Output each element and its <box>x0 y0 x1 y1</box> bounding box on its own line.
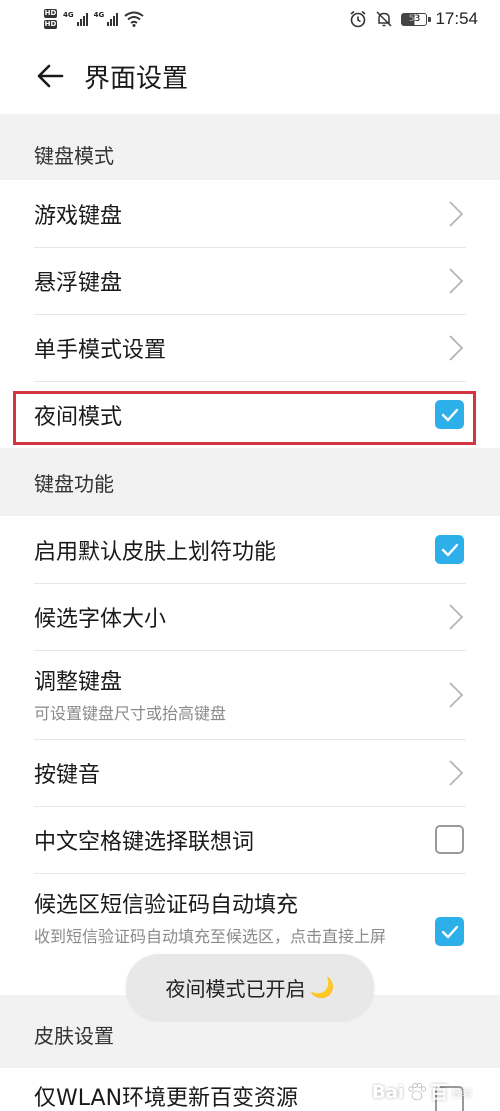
checkmark-icon <box>441 925 458 938</box>
paw-icon <box>408 1082 427 1101</box>
hd-icon: HD <box>44 9 57 18</box>
row-text: 悬浮键盘 <box>34 265 448 297</box>
swipe-symbols-checkbox[interactable] <box>435 535 464 564</box>
list-item-game-keyboard[interactable]: 游戏键盘 <box>0 180 500 247</box>
checkmark-icon <box>441 543 458 556</box>
arrow-left-icon <box>37 64 64 88</box>
row-title: 中文空格键选择联想词 <box>34 829 255 855</box>
row-title: 悬浮键盘 <box>34 270 123 296</box>
toast-notification: 夜间模式已开启 🌙 <box>126 954 374 1020</box>
network-type-label: 4G <box>93 11 105 19</box>
signal-icon <box>107 12 119 26</box>
list-item-floating-keyboard[interactable]: 悬浮键盘 <box>0 247 500 314</box>
row-text: 游戏键盘 <box>34 198 448 230</box>
row-text: 单手模式设置 <box>34 332 448 364</box>
watermark-text: 百 <box>430 1083 448 1104</box>
chevron-right-icon <box>449 200 464 227</box>
chevron-right-icon <box>449 681 464 708</box>
section-header-keyboard-function: 键盘功能 <box>34 471 114 496</box>
row-text: 夜间模式 <box>34 399 435 431</box>
battery-icon: 53 <box>401 12 432 26</box>
back-button[interactable] <box>30 56 70 96</box>
row-title: 单手模式设置 <box>34 337 167 363</box>
status-bar: HD HD 4G 4G 53 17:54 <box>0 0 500 38</box>
space-select-checkbox[interactable] <box>435 825 464 854</box>
signal-icon <box>76 12 88 26</box>
row-title: 夜间模式 <box>34 404 123 430</box>
row-text: 中文空格键选择联想词 <box>34 824 435 856</box>
list-item-night-mode[interactable]: 夜间模式 <box>0 381 500 448</box>
watermark-suffix: 经验 <box>452 1088 472 1100</box>
list-item-key-sound[interactable]: 按键音 <box>0 739 500 806</box>
row-title: 调整键盘 <box>34 669 123 695</box>
list-item-adjust-keyboard[interactable]: 调整键盘 可设置键盘尺寸或抬高键盘 <box>0 650 500 739</box>
hd-indicators: HD HD <box>44 9 57 29</box>
row-title: 按键音 <box>34 762 101 788</box>
keyboard-mode-group: 游戏键盘 悬浮键盘 单手模式设置 夜间模式 <box>0 180 500 448</box>
watermark: Bai 百 经验 <box>372 1079 472 1105</box>
moon-icon: 🌙 <box>309 975 335 999</box>
section-header-keyboard-mode: 键盘模式 <box>34 143 114 168</box>
row-text: 调整键盘 可设置键盘尺寸或抬高键盘 <box>34 664 448 726</box>
list-item-candidate-font-size[interactable]: 候选字体大小 <box>0 583 500 650</box>
watermark-text: Bai <box>371 1081 404 1103</box>
network-type-label: 4G <box>63 11 74 19</box>
chevron-right-icon <box>449 334 464 361</box>
row-subtitle: 收到短信验证码自动填充至候选区，点击直接上屏 <box>34 927 387 946</box>
row-text: 启用默认皮肤上划符功能 <box>34 534 435 566</box>
row-text: 候选区短信验证码自动填充 收到短信验证码自动填充至候选区，点击直接上屏 <box>34 887 435 949</box>
list-item-one-hand-mode[interactable]: 单手模式设置 <box>0 314 500 381</box>
row-title: 启用默认皮肤上划符功能 <box>34 539 277 565</box>
list-item-swipe-symbols[interactable]: 启用默认皮肤上划符功能 <box>0 516 500 583</box>
night-mode-checkbox[interactable] <box>435 400 464 429</box>
page-title: 界面设置 <box>84 63 189 94</box>
status-left: HD HD 4G 4G <box>44 9 144 29</box>
chevron-right-icon <box>449 603 464 630</box>
row-title: 候选字体大小 <box>34 606 167 632</box>
row-text: 候选字体大小 <box>34 601 448 633</box>
row-text: 按键音 <box>34 757 448 789</box>
status-right: 53 17:54 <box>349 9 478 29</box>
battery-level: 53 <box>408 13 421 24</box>
row-title: 游戏键盘 <box>34 203 123 229</box>
row-subtitle: 可设置键盘尺寸或抬高键盘 <box>34 703 227 723</box>
list-item-space-select-suggestion[interactable]: 中文空格键选择联想词 <box>0 806 500 873</box>
chevron-right-icon <box>449 759 464 786</box>
alarm-icon <box>350 10 366 28</box>
checkmark-icon <box>441 408 458 421</box>
hd-icon: HD <box>44 20 57 29</box>
mute-bell-icon <box>376 11 392 27</box>
row-title: 候选区短信验证码自动填充 <box>34 893 299 918</box>
wifi-icon <box>124 11 144 27</box>
sms-autofill-checkbox[interactable] <box>435 917 464 946</box>
toast-text: 夜间模式已开启 <box>165 976 306 1001</box>
clock: 17:54 <box>435 9 478 28</box>
header: 界面设置 <box>0 38 500 114</box>
keyboard-function-group: 启用默认皮肤上划符功能 候选字体大小 调整键盘 可设置键盘尺寸或抬高键盘 按键音… <box>0 516 500 995</box>
chevron-right-icon <box>449 267 464 294</box>
